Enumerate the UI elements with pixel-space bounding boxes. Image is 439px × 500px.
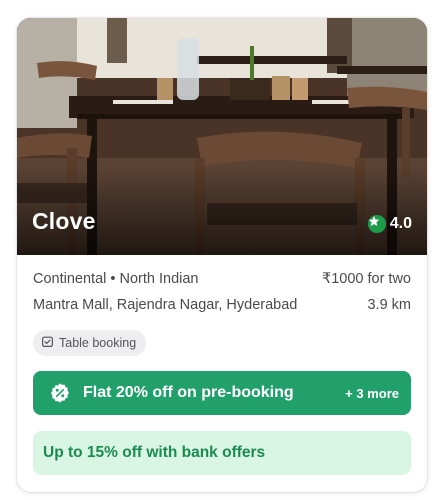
rating: 4.0 — [367, 215, 412, 233]
star-icon — [367, 215, 386, 233]
restaurant-photo[interactable]: Clove 4.0 — [17, 18, 427, 255]
calendar-check-icon — [41, 335, 54, 351]
price-for-two: ₹1000 for two — [321, 271, 411, 287]
bank-offers-banner[interactable]: Up to 15% off with bank offers — [33, 431, 411, 475]
rating-value: 4.0 — [389, 215, 412, 232]
pre-booking-offer-banner[interactable]: Flat 20% off on pre-booking + 3 more — [33, 371, 411, 415]
restaurant-name[interactable]: Clove — [32, 208, 96, 235]
address: Mantra Mall, Rajendra Nagar, Hyderabad — [33, 297, 298, 313]
cuisine-price-row: Continental • North Indian ₹1000 for two — [33, 271, 411, 287]
offer-text: Flat 20% off on pre-booking — [83, 384, 294, 401]
table-booking-label: Table booking — [59, 336, 137, 350]
bank-offer-text: Up to 15% off with bank offers — [43, 444, 266, 461]
cuisines: Continental • North Indian — [33, 271, 199, 287]
table-booking-tag: Table booking — [33, 330, 147, 356]
discount-percent-icon — [49, 382, 71, 404]
distance: 3.9 km — [367, 297, 411, 313]
more-offers-link[interactable]: + 3 more — [345, 386, 399, 401]
address-row: Mantra Mall, Rajendra Nagar, Hyderabad 3… — [33, 297, 411, 313]
restaurant-card[interactable]: Clove 4.0 Continental • North Indian ₹10… — [17, 18, 427, 492]
